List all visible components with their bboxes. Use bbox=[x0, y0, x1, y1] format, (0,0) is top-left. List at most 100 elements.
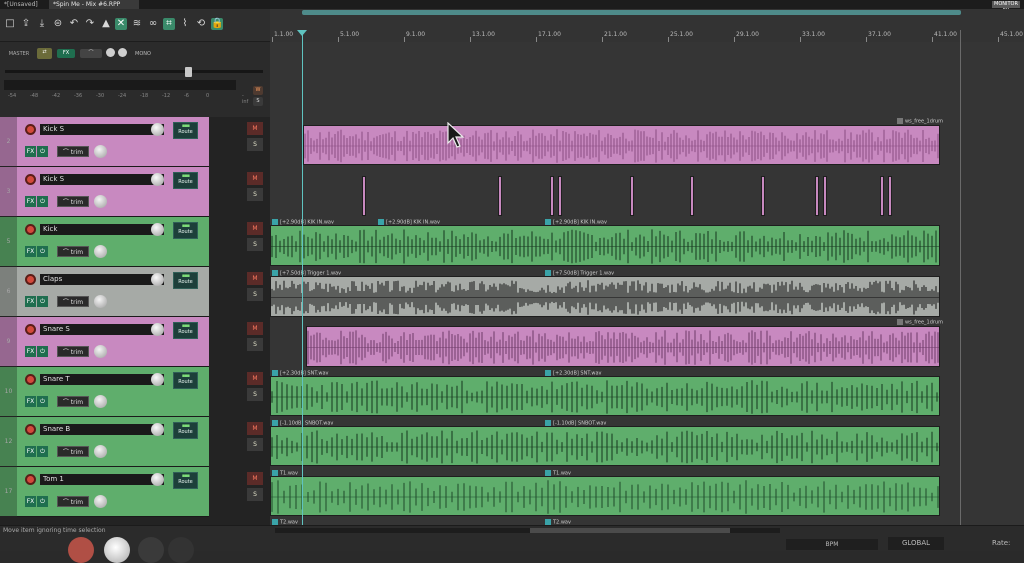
media-item-kick-s-hit[interactable] bbox=[690, 176, 694, 216]
track-name-field[interactable]: Kick S bbox=[40, 124, 164, 135]
media-item-kick-s-hit[interactable] bbox=[498, 176, 502, 216]
track-panel[interactable]: Snare S ▪▪▪ Route FX ⏻ ⌒ trim bbox=[17, 317, 209, 367]
track-panel[interactable]: Claps ▪▪▪ Route FX ⏻ ⌒ trim bbox=[17, 267, 209, 317]
media-item-claps[interactable] bbox=[270, 276, 940, 317]
track-panel[interactable]: Kick S ▪▪▪ Route FX ⏻ ⌒ trim bbox=[17, 117, 209, 167]
track-name-field[interactable]: Tom 1 bbox=[40, 474, 164, 485]
track-name-field[interactable]: Kick S bbox=[40, 174, 164, 185]
master-fader-handle[interactable] bbox=[185, 67, 192, 77]
edit-cursor-marker[interactable] bbox=[297, 30, 307, 36]
solo-button[interactable]: S bbox=[247, 488, 263, 501]
edit-cursor[interactable] bbox=[302, 30, 303, 525]
record-button[interactable] bbox=[68, 537, 94, 563]
track-name-field[interactable]: Snare B bbox=[40, 424, 164, 435]
master-volume-knob[interactable] bbox=[106, 48, 115, 57]
record-arm-button[interactable] bbox=[25, 124, 36, 135]
record-arm-button[interactable] bbox=[25, 374, 36, 385]
media-item-kick-s-hit[interactable] bbox=[761, 176, 765, 216]
fx-button[interactable]: FX bbox=[25, 446, 36, 457]
mute-button[interactable]: M bbox=[247, 122, 263, 135]
trim-button[interactable]: ⌒ trim bbox=[57, 346, 89, 357]
track-9[interactable]: 9 Snare S ▪▪▪ Route FX ⏻ ⌒ trim M S bbox=[0, 317, 270, 367]
media-item-snare-t[interactable] bbox=[270, 376, 940, 416]
master-fx-button[interactable]: FX bbox=[57, 49, 75, 58]
volume-knob[interactable] bbox=[151, 173, 164, 186]
trim-button[interactable]: ⌒ trim bbox=[57, 196, 89, 207]
trim-button[interactable]: ⌒ trim bbox=[57, 396, 89, 407]
track-6[interactable]: 6 Claps ▪▪▪ Route FX ⏻ ⌒ trim M S bbox=[0, 267, 270, 317]
track-panel[interactable]: Snare B ▪▪▪ Route FX ⏻ ⌒ trim bbox=[17, 417, 209, 467]
master-pan-knob[interactable] bbox=[118, 48, 127, 57]
track-12[interactable]: 12 Snare B ▪▪▪ Route FX ⏻ ⌒ trim M S bbox=[0, 417, 270, 467]
loop-icon[interactable]: ⟲ bbox=[195, 18, 207, 30]
solo-button[interactable]: S bbox=[247, 238, 263, 251]
master-width-button[interactable]: W bbox=[253, 86, 263, 95]
lock-icon[interactable]: 🔒 bbox=[211, 18, 223, 30]
media-item-snare-s[interactable] bbox=[306, 326, 940, 367]
tab-unsaved[interactable]: *[Unsaved] bbox=[0, 0, 56, 9]
pan-knob[interactable] bbox=[94, 395, 107, 408]
media-item-tom-1[interactable] bbox=[270, 476, 940, 516]
master-io-icon[interactable]: ⇄ bbox=[37, 48, 52, 59]
mute-button[interactable]: M bbox=[247, 322, 263, 335]
media-item-kick[interactable] bbox=[270, 225, 940, 266]
route-button[interactable]: ▪▪▪ Route bbox=[173, 172, 198, 189]
media-item-kick-s[interactable] bbox=[303, 125, 940, 165]
record-arm-button[interactable] bbox=[25, 324, 36, 335]
solo-button[interactable]: S bbox=[247, 138, 263, 151]
link-icon[interactable]: ∞ bbox=[147, 18, 159, 30]
track-panel[interactable]: Snare T ▪▪▪ Route FX ⏻ ⌒ trim bbox=[17, 367, 209, 417]
monitor-fx-button[interactable]: MONITOR FX bbox=[992, 1, 1020, 14]
undo-icon[interactable]: ↶ bbox=[68, 18, 80, 30]
metronome-icon[interactable]: ▲ bbox=[100, 18, 112, 30]
pause-button[interactable] bbox=[168, 537, 194, 563]
track-name-field[interactable]: Kick bbox=[40, 224, 164, 235]
solo-button[interactable]: S bbox=[247, 438, 263, 451]
track-5[interactable]: 5 Kick ▪▪▪ Route FX ⏻ ⌒ trim M S bbox=[0, 217, 270, 267]
fx-button[interactable]: FX bbox=[25, 396, 36, 407]
volume-knob[interactable] bbox=[151, 423, 164, 436]
media-item-kick-s-hit[interactable] bbox=[362, 176, 366, 216]
volume-knob[interactable] bbox=[151, 273, 164, 286]
record-arm-button[interactable] bbox=[25, 174, 36, 185]
media-item-kick-s-hit[interactable] bbox=[823, 176, 827, 216]
mute-button[interactable]: M bbox=[247, 472, 263, 485]
media-item-kick-s-hit[interactable] bbox=[550, 176, 554, 216]
mute-button[interactable]: M bbox=[247, 172, 263, 185]
record-arm-button[interactable] bbox=[25, 224, 36, 235]
fx-button[interactable]: FX bbox=[25, 496, 36, 507]
pan-knob[interactable] bbox=[94, 295, 107, 308]
master-mono-label[interactable]: MONO bbox=[130, 50, 156, 59]
new-project-icon[interactable]: □ bbox=[4, 18, 16, 30]
solo-button[interactable]: S bbox=[247, 388, 263, 401]
master-fader-track[interactable] bbox=[5, 70, 263, 73]
trim-button[interactable]: ⌒ trim bbox=[57, 296, 89, 307]
snap-icon[interactable]: ✕ bbox=[115, 18, 127, 30]
loop-selection-bar[interactable] bbox=[302, 10, 961, 15]
mute-button[interactable]: M bbox=[247, 422, 263, 435]
route-button[interactable]: ▪▪▪ Route bbox=[173, 222, 198, 239]
volume-knob[interactable] bbox=[151, 123, 164, 136]
volume-knob[interactable] bbox=[151, 323, 164, 336]
route-button[interactable]: ▪▪▪ Route bbox=[173, 422, 198, 439]
route-button[interactable]: ▪▪▪ Route bbox=[173, 272, 198, 289]
redo-icon[interactable]: ↷ bbox=[84, 18, 96, 30]
solo-button[interactable]: S bbox=[247, 288, 263, 301]
track-name-field[interactable]: Snare S bbox=[40, 324, 164, 335]
media-item-kick-s-hit[interactable] bbox=[888, 176, 892, 216]
trim-button[interactable]: ⌒ trim bbox=[57, 446, 89, 457]
solo-button[interactable]: S bbox=[247, 188, 263, 201]
fx-bypass-icon[interactable]: ⏻ bbox=[37, 346, 48, 357]
mute-button[interactable]: M bbox=[247, 372, 263, 385]
fx-button[interactable]: FX bbox=[25, 146, 36, 157]
pan-knob[interactable] bbox=[94, 245, 107, 258]
media-item-kick-s-hit[interactable] bbox=[558, 176, 562, 216]
horizontal-scrollbar-thumb[interactable] bbox=[530, 528, 730, 533]
fx-button[interactable]: FX bbox=[25, 296, 36, 307]
master-envelope-button[interactable]: ⌒ bbox=[80, 49, 102, 58]
pan-knob[interactable] bbox=[94, 145, 107, 158]
track-2[interactable]: 2 Kick S ▪▪▪ Route FX ⏻ ⌒ trim M S bbox=[0, 117, 270, 167]
fx-button[interactable]: FX bbox=[25, 346, 36, 357]
play-button[interactable] bbox=[104, 537, 130, 563]
envelope-icon[interactable]: ⌇ bbox=[179, 18, 191, 30]
